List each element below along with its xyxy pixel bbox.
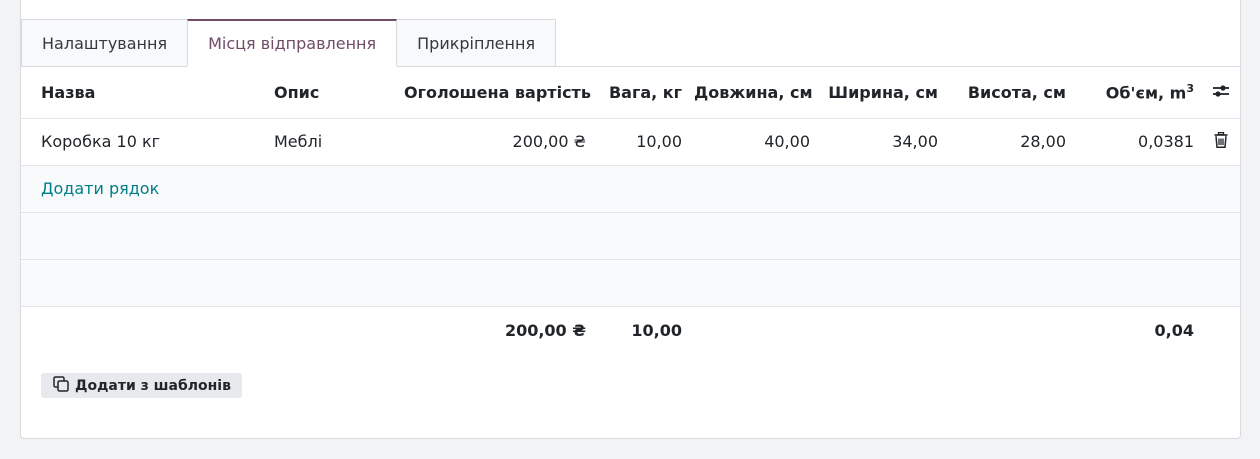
tab-settings[interactable]: Налаштування: [21, 19, 189, 67]
tab-attachments[interactable]: Прикріплення: [396, 19, 557, 67]
column-settings-cell: [1202, 67, 1240, 119]
column-header-length[interactable]: Довжина, см: [690, 67, 818, 119]
add-line-link[interactable]: Додати рядок: [41, 179, 159, 198]
total-volume: 0,04: [1074, 305, 1202, 354]
total-weight: 10,00: [594, 305, 690, 354]
cell-delete: [1202, 118, 1240, 166]
cell-name[interactable]: Коробка 10 кг: [21, 118, 254, 166]
places-table: Назва Опис Оголошена вартість Вага, кг Д…: [21, 67, 1240, 354]
volume-header-superscript: 3: [1186, 82, 1194, 96]
copy-icon: [53, 375, 75, 396]
cell-length[interactable]: 40,00: [690, 118, 818, 166]
column-header-description[interactable]: Опис: [254, 67, 400, 119]
cell-weight[interactable]: 10,00: [594, 118, 690, 166]
column-header-declared-value[interactable]: Оголошена вартість: [400, 67, 594, 119]
empty-row: [21, 259, 1240, 307]
table-header-row: Назва Опис Оголошена вартість Вага, кг Д…: [21, 67, 1240, 119]
cell-volume[interactable]: 0,0381: [1074, 118, 1202, 166]
add-from-templates-button[interactable]: Додати з шаблонів: [41, 373, 242, 398]
tab-shipment-places[interactable]: Місця відправлення: [187, 19, 398, 67]
column-header-volume[interactable]: Об'єм, m3: [1074, 67, 1202, 119]
cell-description[interactable]: Меблі: [254, 118, 400, 166]
sliders-icon[interactable]: [1212, 83, 1230, 103]
add-line-row: Додати рядок: [21, 165, 1240, 213]
empty-row: [21, 212, 1240, 260]
column-header-width[interactable]: Ширина, см: [818, 67, 946, 119]
volume-header-label: Об'єм, m: [1105, 83, 1187, 103]
cell-width[interactable]: 34,00: [818, 118, 946, 166]
cell-declared-value[interactable]: 200,00 ₴: [400, 118, 594, 166]
tab-bar: Налаштування Місця відправлення Прикріпл…: [21, 19, 557, 67]
cell-height[interactable]: 28,00: [946, 118, 1074, 166]
column-header-height[interactable]: Висота, см: [946, 67, 1074, 119]
add-from-templates-label: Додати з шаблонів: [75, 377, 231, 394]
table-row[interactable]: Коробка 10 кг Меблі 200,00 ₴ 10,00 40,00…: [21, 118, 1240, 166]
trash-icon[interactable]: [1214, 131, 1228, 152]
column-header-name[interactable]: Назва: [21, 67, 254, 119]
totals-row: 200,00 ₴ 10,00 0,04: [21, 305, 1240, 354]
total-declared-value: 200,00 ₴: [400, 305, 594, 354]
column-header-weight[interactable]: Вага, кг: [594, 67, 690, 119]
